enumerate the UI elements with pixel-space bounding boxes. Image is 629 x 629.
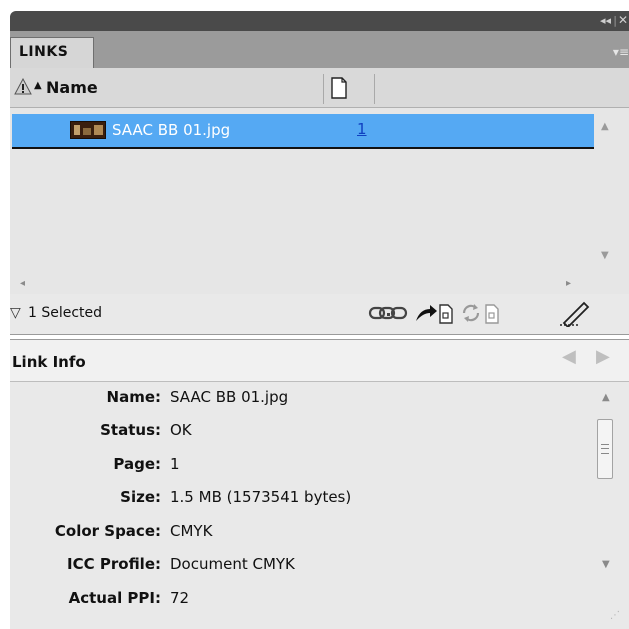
link-page-number[interactable]: 1	[357, 120, 367, 138]
sort-ascending-icon[interactable]: ▲	[34, 80, 42, 91]
panel-chrome-bar: ◂◂ | ✕	[10, 11, 629, 31]
info-value-actual-ppi: 72	[170, 589, 190, 607]
panel-menu-icon[interactable]: ▾≡	[613, 45, 629, 59]
horizontal-scrollbar[interactable]: ◂ ▸	[10, 276, 629, 294]
links-status-bar: ▽ 1 Selected	[10, 294, 629, 334]
column-divider[interactable]	[323, 74, 324, 104]
info-value-icc-profile: Document CMYK	[170, 555, 295, 573]
link-info-title: Link Info	[12, 353, 86, 371]
update-link-icon[interactable]	[460, 301, 504, 325]
next-link-icon[interactable]: ▶	[596, 346, 610, 367]
info-value-page: 1	[170, 455, 180, 473]
page-icon[interactable]	[330, 77, 348, 99]
scroll-up-icon[interactable]: ▲	[602, 392, 610, 403]
info-label-status: Status:	[100, 421, 161, 439]
scrollbar-thumb[interactable]	[597, 419, 613, 479]
relink-icon[interactable]	[368, 303, 408, 323]
column-header-row: ▲ Name	[10, 68, 629, 108]
info-value-name: SAAC BB 01.jpg	[170, 388, 289, 406]
scroll-right-icon[interactable]: ▸	[566, 278, 571, 289]
info-label-name: Name:	[106, 388, 161, 406]
info-label-actual-ppi: Actual PPI:	[68, 589, 161, 607]
scroll-down-icon[interactable]: ▼	[601, 250, 609, 261]
info-value-size: 1.5 MB (1573541 bytes)	[170, 488, 352, 506]
grip-icon	[601, 448, 609, 449]
close-panel-icon[interactable]: ✕	[618, 13, 628, 27]
previous-link-icon[interactable]: ◀	[562, 346, 576, 367]
warning-triangle-icon[interactable]	[14, 78, 32, 96]
tab-links[interactable]: LINKS	[10, 37, 94, 68]
info-label-color-space: Color Space:	[54, 522, 161, 540]
info-label-page: Page:	[113, 455, 161, 473]
collapse-panel-icon[interactable]: ◂◂	[600, 14, 611, 27]
link-row[interactable]: SAAC BB 01.jpg 1	[12, 114, 594, 149]
scroll-left-icon[interactable]: ◂	[20, 278, 25, 289]
panel-tab-strip: LINKS ▾≡	[10, 31, 629, 68]
grip-icon	[601, 444, 609, 454]
links-list[interactable]: SAAC BB 01.jpg 1 ▲ ▼	[10, 108, 629, 276]
chrome-separator: |	[613, 14, 617, 27]
link-name: SAAC BB 01.jpg	[112, 121, 231, 139]
go-to-link-icon[interactable]	[414, 301, 454, 325]
edit-original-icon[interactable]	[558, 299, 594, 327]
selection-count: 1 Selected	[28, 305, 103, 321]
link-info-body: Name: SAAC BB 01.jpg Status: OK Page: 1 …	[10, 382, 629, 629]
name-column-header[interactable]: Name	[46, 78, 98, 97]
link-info-header: Link Info ◀ ▶	[10, 340, 629, 382]
info-label-icc-profile: ICC Profile:	[67, 555, 161, 573]
resize-grip-icon[interactable]: ⋰	[610, 610, 620, 621]
info-label-size: Size:	[120, 488, 161, 506]
column-divider[interactable]	[374, 74, 375, 104]
image-thumbnail-icon	[70, 121, 106, 139]
info-value-color-space: CMYK	[170, 522, 213, 540]
tab-links-label: LINKS	[19, 44, 69, 60]
scroll-up-icon[interactable]: ▲	[601, 121, 609, 132]
scroll-down-icon[interactable]: ▼	[602, 559, 610, 570]
show-link-info-toggle-icon[interactable]: ▽	[10, 305, 21, 321]
info-value-status: OK	[170, 421, 192, 439]
